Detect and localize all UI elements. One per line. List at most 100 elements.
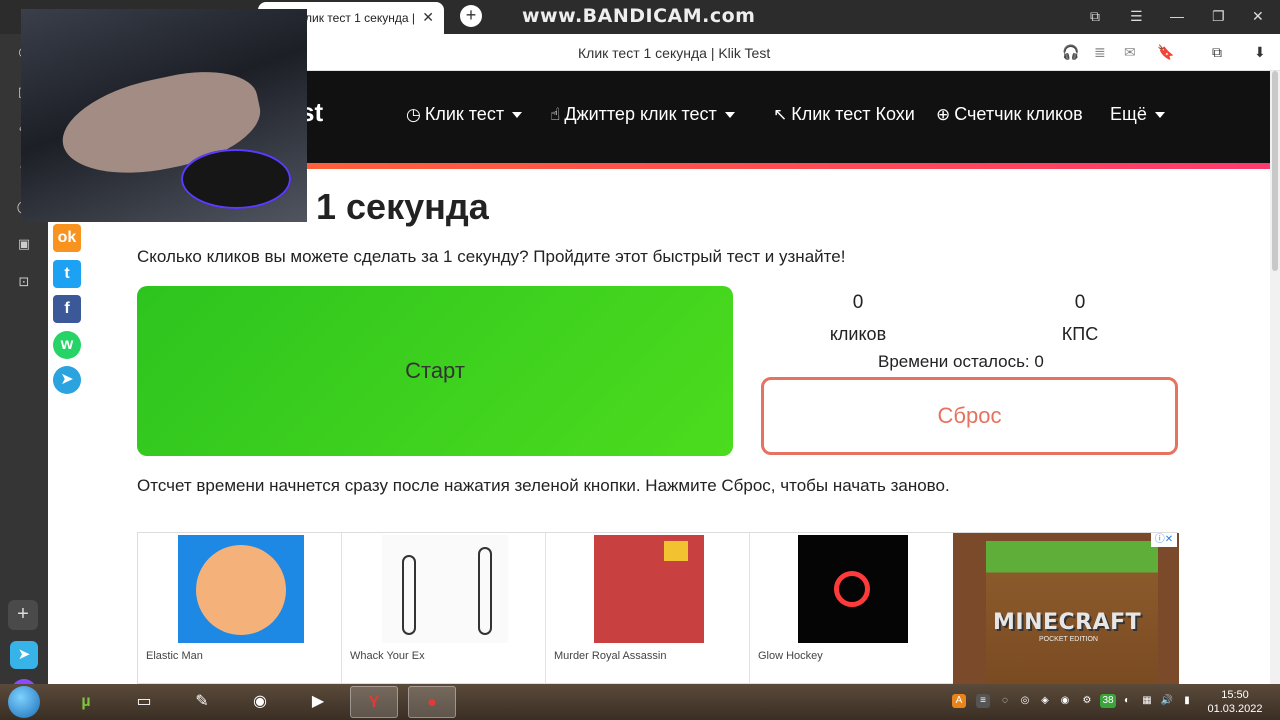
page-title-bar: Клик тест 1 секунда | Klik Test bbox=[578, 45, 771, 61]
minecraft-ad[interactable]: MINECRAFT POCKET EDITION ⓘ✕ bbox=[953, 533, 1179, 684]
game-card[interactable]: Whack Your Ex bbox=[342, 533, 546, 684]
new-tab-button[interactable]: + bbox=[460, 5, 482, 27]
mouse-image bbox=[181, 149, 291, 209]
tray-icon[interactable]: ◉ bbox=[1058, 694, 1072, 708]
volume-icon[interactable]: 🔊 bbox=[1160, 694, 1174, 708]
minecraft-logo: MINECRAFT bbox=[993, 610, 1142, 635]
game-card[interactable]: Elastic Man bbox=[138, 533, 342, 684]
nav-label: Счетчик кликов bbox=[954, 104, 1083, 124]
paint-icon[interactable]: ✎ bbox=[178, 686, 226, 718]
sidebar-icon-7[interactable]: ⊡ bbox=[14, 274, 34, 294]
download-icon[interactable]: ⬇ bbox=[1254, 44, 1266, 61]
figure-shape bbox=[402, 555, 416, 635]
tray-avast-icon[interactable]: A bbox=[952, 694, 966, 708]
reset-button[interactable]: Сброс bbox=[761, 377, 1178, 455]
chevron-down-icon bbox=[1154, 112, 1165, 119]
puck-shape bbox=[834, 571, 870, 607]
system-clock[interactable]: 15:50 01.03.2022 bbox=[1205, 688, 1265, 716]
bandicam-icon[interactable]: ● bbox=[408, 686, 456, 718]
tray-icon[interactable]: ◎ bbox=[1018, 694, 1032, 708]
minimize-icon[interactable]: — bbox=[1170, 8, 1184, 24]
headphones-icon[interactable]: 🎧 bbox=[1062, 44, 1079, 61]
instructions-text: Отсчет времени начнется сразу после нажа… bbox=[137, 476, 950, 495]
crown-shape bbox=[664, 541, 688, 561]
tabs-icon[interactable]: ⧉ bbox=[1212, 44, 1222, 61]
intro-text: Сколько кликов вы можете сделать за 1 се… bbox=[137, 247, 846, 266]
game-title: Glow Hockey bbox=[758, 650, 823, 662]
nav-label: Ещё bbox=[1110, 104, 1147, 124]
windows-taskbar: µ ▭ ✎ ◉ ▶ Y ● A ≡ ◌ ◎ ◈ ◉ ⚙ 38 ◐ ▦ 🔊 ▮ 1… bbox=[0, 684, 1280, 720]
tray-icon[interactable]: ◌ bbox=[998, 694, 1012, 708]
sidebar-add-button[interactable]: + bbox=[8, 600, 38, 630]
scrollbar-thumb[interactable] bbox=[1272, 71, 1278, 271]
game-title: Murder Royal Assassin bbox=[554, 650, 667, 662]
minecraft-subtitle: POCKET EDITION bbox=[1039, 636, 1098, 643]
game-thumbnail bbox=[382, 535, 508, 643]
tray-steam-icon[interactable]: ⚙ bbox=[1080, 694, 1094, 708]
bookmark-icon[interactable]: 🔖 bbox=[1157, 44, 1174, 61]
figure-shape bbox=[478, 547, 492, 635]
page-heading: 1 секунда bbox=[316, 186, 489, 227]
file-explorer-icon[interactable]: ▭ bbox=[120, 686, 168, 718]
tab-title: Клик тест 1 секунда | Klik bbox=[298, 11, 418, 25]
restore-icon[interactable]: ❐ bbox=[1212, 8, 1225, 25]
game-title: Elastic Man bbox=[146, 650, 203, 662]
plus-circle-icon: ⊕ bbox=[936, 105, 951, 124]
utorrent-icon[interactable]: µ bbox=[62, 686, 110, 718]
page-scrollbar[interactable] bbox=[1270, 71, 1280, 684]
tray-icon[interactable]: ≡ bbox=[976, 694, 990, 708]
sidebar-send-icon[interactable]: ➤ bbox=[10, 641, 38, 669]
game-title: Whack Your Ex bbox=[350, 650, 425, 662]
cps-label: КПС bbox=[1061, 324, 1099, 344]
cursor-icon: ↖ bbox=[773, 105, 788, 124]
nav-more[interactable]: Ещё bbox=[1110, 104, 1165, 125]
nav-click-counter[interactable]: ⊕ Счетчик кликов bbox=[936, 104, 1083, 125]
tray-icon[interactable]: ▦ bbox=[1140, 694, 1154, 708]
game-thumbnail bbox=[178, 535, 304, 643]
start-menu-button[interactable] bbox=[8, 686, 40, 718]
zoom-icon[interactable]: ▶ bbox=[294, 686, 342, 718]
jitter-icon: ☝ bbox=[550, 105, 561, 124]
nav-label: Клик тест Кохи bbox=[791, 104, 915, 124]
extensions-icon[interactable]: ✉ bbox=[1124, 44, 1136, 61]
reader-mode-icon[interactable]: ≣ bbox=[1094, 44, 1106, 61]
game-card[interactable]: Glow Hockey bbox=[750, 533, 954, 684]
nav-kohi-click-test[interactable]: ↖ Клик тест Кохи bbox=[773, 104, 915, 125]
clock-time: 15:50 bbox=[1221, 689, 1249, 701]
bandicam-watermark: www.BANDICAM.com bbox=[522, 5, 756, 27]
tab-close-icon[interactable]: ✕ bbox=[422, 9, 434, 26]
sidebar-icon-6[interactable]: ▣ bbox=[14, 236, 34, 256]
chrome-icon[interactable]: ◉ bbox=[236, 686, 284, 718]
yandex-browser-icon[interactable]: Y bbox=[350, 686, 398, 718]
tray-badge-icon[interactable]: 38 bbox=[1100, 694, 1116, 708]
ad-close-icon[interactable]: ⓘ✕ bbox=[1151, 533, 1177, 547]
clock-date: 01.03.2022 bbox=[1207, 703, 1263, 715]
odnoklassniki-icon[interactable]: ok bbox=[53, 224, 81, 252]
games-ad-strip: Elastic Man Whack Your Ex Murder Royal A… bbox=[137, 532, 1179, 684]
face-shape bbox=[196, 545, 286, 635]
nav-label: Джиттер клик тест bbox=[564, 104, 717, 124]
start-button[interactable]: Старт bbox=[137, 286, 733, 456]
webcam-overlay bbox=[21, 9, 307, 222]
chevron-down-icon bbox=[724, 112, 735, 119]
close-window-icon[interactable]: ✕ bbox=[1252, 8, 1264, 25]
menu-icon[interactable]: ☰ bbox=[1130, 8, 1143, 25]
nav-label: Клик тест bbox=[424, 104, 505, 124]
clicks-count: 0 bbox=[852, 292, 864, 313]
telegram-icon[interactable]: ➤ bbox=[53, 366, 81, 394]
twitter-icon[interactable]: t bbox=[53, 260, 81, 288]
network-icon[interactable]: ▮ bbox=[1180, 694, 1194, 708]
time-remaining: Времени осталось: 0 bbox=[878, 352, 1044, 371]
clicks-label: кликов bbox=[829, 324, 887, 344]
clock-icon: ◷ bbox=[406, 105, 421, 124]
game-card[interactable]: Murder Royal Assassin bbox=[546, 533, 750, 684]
cps-count: 0 bbox=[1074, 292, 1086, 313]
whatsapp-icon[interactable]: w bbox=[53, 331, 81, 359]
bookmarks-panel-icon[interactable]: ⧉ bbox=[1090, 8, 1100, 25]
nav-click-test[interactable]: ◷ Клик тест bbox=[406, 104, 523, 125]
facebook-icon[interactable]: f bbox=[53, 295, 81, 323]
chevron-down-icon bbox=[512, 112, 523, 119]
nav-jitter-click-test[interactable]: ☝ Джиттер клик тест bbox=[550, 104, 735, 125]
tray-icon[interactable]: ◐ bbox=[1120, 694, 1134, 708]
tray-icon[interactable]: ◈ bbox=[1038, 694, 1052, 708]
